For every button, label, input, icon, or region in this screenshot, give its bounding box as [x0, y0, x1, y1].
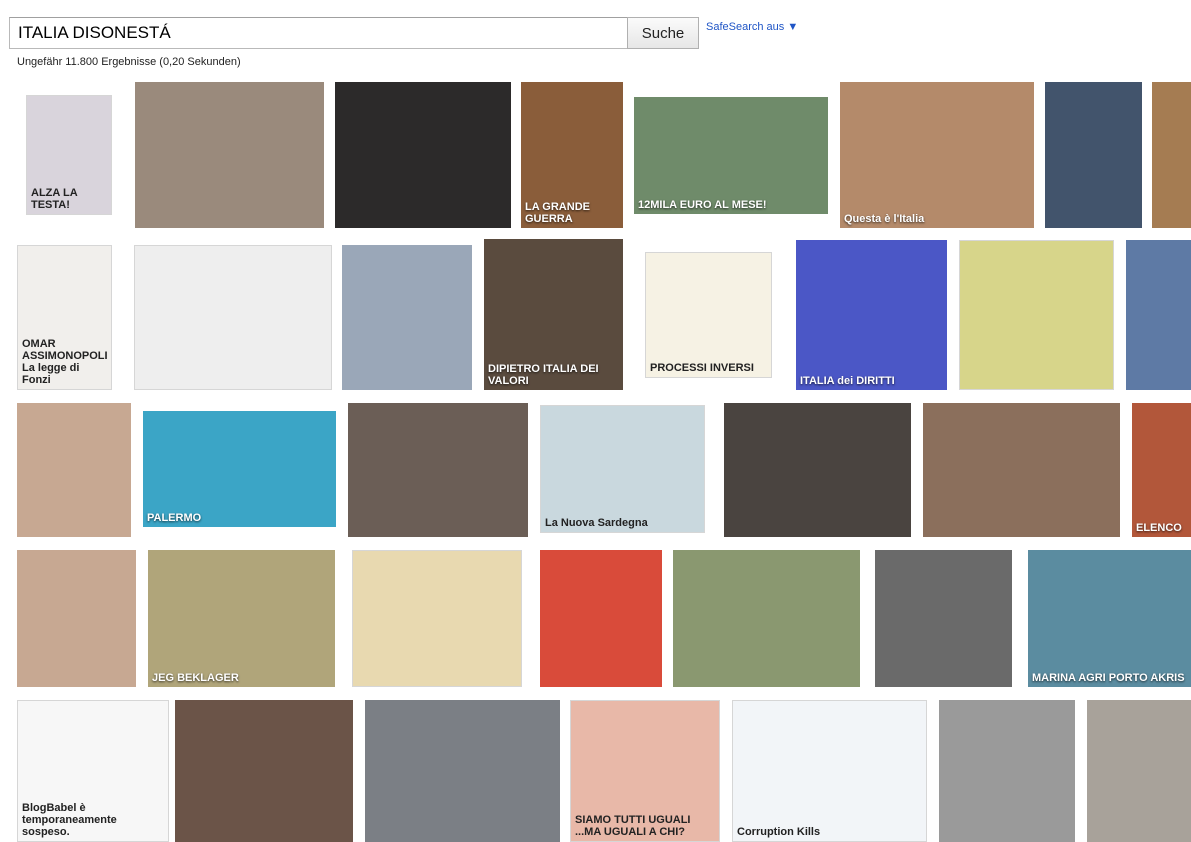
thumbnail-caption: BlogBabel è temporaneamente sospeso.: [22, 802, 117, 838]
image-result-thumbnail[interactable]: ITALIA dei DIRITTI: [796, 240, 947, 390]
image-result-thumbnail[interactable]: Questa è l'Italia: [840, 82, 1034, 228]
image-result-thumbnail[interactable]: [875, 550, 1012, 687]
image-result-thumbnail[interactable]: [540, 550, 662, 687]
image-result-thumbnail[interactable]: OMAR ASSIMONOPOLI La legge di Fonzi: [17, 245, 112, 390]
image-result-thumbnail[interactable]: LA GRANDE GUERRA: [521, 82, 623, 228]
thumbnail-caption: PROCESSI INVERSI: [650, 362, 754, 374]
image-result-thumbnail[interactable]: [673, 550, 860, 687]
image-result-thumbnail[interactable]: [348, 403, 528, 537]
image-result-thumbnail[interactable]: JEG BEKLAGER: [148, 550, 335, 687]
image-result-thumbnail[interactable]: PALERMO: [143, 411, 336, 527]
thumbnail-caption: OMAR ASSIMONOPOLI La legge di Fonzi: [22, 338, 108, 386]
search-bar: Suche: [9, 17, 699, 49]
search-button[interactable]: Suche: [627, 17, 699, 49]
image-result-thumbnail[interactable]: BlogBabel è temporaneamente sospeso.: [17, 700, 169, 842]
thumbnail-caption: PALERMO: [147, 512, 202, 524]
thumbnail-caption: DIPIETRO ITALIA DEI VALORI: [488, 363, 599, 387]
image-result-thumbnail[interactable]: [1087, 700, 1191, 842]
image-result-thumbnail[interactable]: [342, 245, 472, 390]
image-result-thumbnail[interactable]: La Nuova Sardegna: [540, 405, 705, 533]
image-result-thumbnail[interactable]: [1152, 82, 1191, 228]
image-result-thumbnail[interactable]: [365, 700, 560, 842]
thumbnail-caption: ELENCO: [1136, 522, 1182, 534]
image-result-thumbnail[interactable]: [175, 700, 353, 842]
thumbnail-caption: ALZA LA TESTA!: [31, 187, 78, 211]
image-result-thumbnail[interactable]: ELENCO: [1132, 403, 1191, 537]
image-result-thumbnail[interactable]: MARINA AGRI PORTO AKRIS: [1028, 550, 1191, 687]
image-result-thumbnail[interactable]: ALZA LA TESTA!: [26, 95, 112, 215]
thumbnail-caption: La Nuova Sardegna: [545, 517, 648, 529]
image-result-thumbnail[interactable]: [352, 550, 522, 687]
thumbnail-caption: SIAMO TUTTI UGUALI ...MA UGUALI A CHI?: [575, 814, 691, 838]
image-result-thumbnail[interactable]: PROCESSI INVERSI: [645, 252, 772, 378]
image-result-thumbnail[interactable]: SIAMO TUTTI UGUALI ...MA UGUALI A CHI?: [570, 700, 720, 842]
image-result-thumbnail[interactable]: 12MILA EURO AL MESE!: [634, 97, 828, 214]
image-result-thumbnail[interactable]: [335, 82, 511, 228]
thumbnail-caption: JEG BEKLAGER: [152, 672, 239, 684]
safesearch-dropdown[interactable]: SafeSearch aus ▼: [706, 21, 798, 33]
image-result-thumbnail[interactable]: DIPIETRO ITALIA DEI VALORI: [484, 239, 623, 390]
image-result-thumbnail[interactable]: [17, 550, 136, 687]
image-result-thumbnail[interactable]: [923, 403, 1120, 537]
image-result-thumbnail[interactable]: Corruption Kills: [732, 700, 927, 842]
image-result-thumbnail[interactable]: [134, 245, 332, 390]
thumbnail-caption: MARINA AGRI PORTO AKRIS: [1032, 672, 1185, 684]
image-result-thumbnail[interactable]: [17, 403, 131, 537]
thumbnail-caption: ITALIA dei DIRITTI: [800, 375, 895, 387]
image-result-thumbnail[interactable]: [1126, 240, 1191, 390]
image-result-thumbnail[interactable]: [959, 240, 1114, 390]
result-stats: Ungefähr 11.800 Ergebnisse (0,20 Sekunde…: [17, 56, 241, 68]
image-result-thumbnail[interactable]: [1045, 82, 1142, 228]
thumbnail-caption: 12MILA EURO AL MESE!: [638, 199, 767, 211]
thumbnail-caption: LA GRANDE GUERRA: [525, 201, 590, 225]
thumbnail-caption: Questa è l'Italia: [844, 213, 925, 225]
thumbnail-caption: Corruption Kills: [737, 826, 821, 838]
image-result-thumbnail[interactable]: [939, 700, 1075, 842]
image-result-thumbnail[interactable]: [724, 403, 911, 537]
image-result-thumbnail[interactable]: [135, 82, 324, 228]
search-input[interactable]: [9, 17, 628, 49]
